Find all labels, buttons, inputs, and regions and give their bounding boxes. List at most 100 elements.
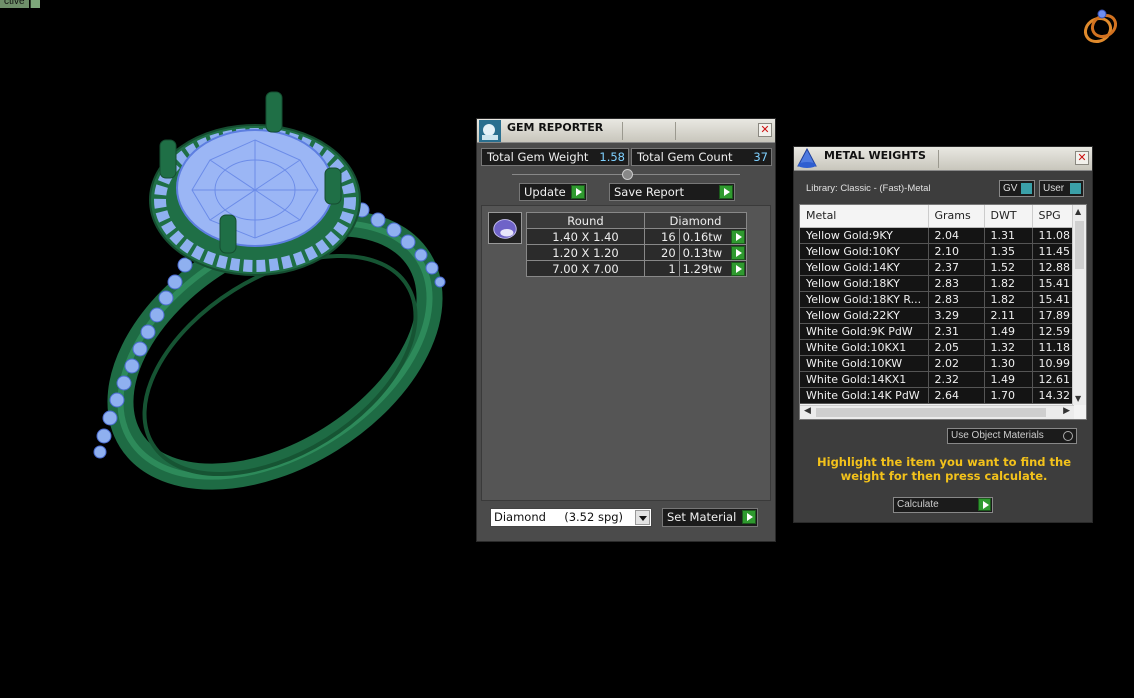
metal-row[interactable]: White Gold:10KW 2.02 1.30 10.99 <box>800 355 1077 372</box>
col-dwt-header[interactable]: DWT <box>984 205 1033 228</box>
metal-row[interactable]: White Gold:14K PdW 2.64 1.70 14.32 <box>800 387 1077 404</box>
metal-name-cell: White Gold:10KX1 <box>800 339 929 356</box>
scroll-up-icon[interactable]: ▲ <box>1075 207 1081 216</box>
metal-name-cell: Yellow Gold:18KY R... <box>800 291 929 308</box>
use-object-materials-toggle[interactable]: Use Object Materials <box>947 428 1077 444</box>
gem-weight: 0.16tw <box>682 229 723 244</box>
horizontal-scrollbar[interactable]: ◀ ▶ <box>800 405 1074 419</box>
round-gem-icon[interactable] <box>488 212 522 244</box>
metal-grams-cell: 2.64 <box>928 387 985 404</box>
calculate-arrow-icon <box>978 498 991 511</box>
gem-weight: 0.13tw <box>682 245 723 260</box>
metal-row[interactable]: Yellow Gold:14KY 2.37 1.52 12.88 <box>800 259 1077 276</box>
metal-spg-cell: 12.59 <box>1032 323 1077 340</box>
calculate-button-label: Calculate <box>897 499 939 510</box>
metal-grams-cell: 2.05 <box>928 339 985 356</box>
metal-name-cell: White Gold:9K PdW <box>800 323 929 340</box>
metal-table-container: Metal Grams DWT SPG Yellow Gold:9KY 2.04 1… <box>799 204 1087 420</box>
user-toggle-indicator <box>1070 183 1081 194</box>
metal-grams-cell: 2.10 <box>928 243 985 260</box>
metal-spg-cell: 17.89 <box>1032 307 1077 324</box>
metal-dwt-cell: 1.70 <box>984 387 1033 404</box>
gem-table: Round Diamond 1.40 X 1.40 16 0.16tw 1.20… <box>526 212 748 277</box>
metal-name-cell: Yellow Gold:22KY <box>800 307 929 324</box>
metal-name-cell: White Gold:10KW <box>800 355 929 372</box>
gem-material-select[interactable]: Diamond (3.52 spg) <box>490 508 652 527</box>
save-report-button[interactable]: Save Report <box>609 183 735 201</box>
update-button[interactable]: Update <box>519 183 587 201</box>
col-grams-header[interactable]: Grams <box>928 205 985 228</box>
gem-row[interactable]: 7.00 X 7.00 1 1.29tw <box>526 260 748 277</box>
gem-row[interactable]: 1.20 X 1.20 20 0.13tw <box>526 244 748 261</box>
metal-row[interactable]: White Gold:10KX1 2.05 1.32 11.18 <box>800 339 1077 356</box>
library-label: Library: Classic - (Fast)-Metal <box>806 183 931 194</box>
gem-row-select-icon[interactable] <box>731 262 745 276</box>
total-gem-count-value: 37 <box>753 150 768 164</box>
metal-grams-cell: 2.32 <box>928 371 985 388</box>
metal-dwt-cell: 1.82 <box>984 275 1033 292</box>
update-button-label: Update <box>524 185 566 199</box>
metal-name-cell: Yellow Gold:18KY <box>800 275 929 292</box>
viewport-mode-dropdown[interactable] <box>30 0 40 8</box>
gem-reporter-app-icon <box>479 120 501 142</box>
total-gem-weight-box: Total Gem Weight 1.58 <box>481 148 629 166</box>
gem-count: 20 <box>644 244 680 261</box>
radio-icon <box>1063 431 1073 441</box>
gem-size: 1.40 X 1.40 <box>526 228 645 245</box>
total-gem-weight-label: Total Gem Weight <box>487 150 589 164</box>
metal-dwt-cell: 1.49 <box>984 323 1033 340</box>
ring-3d-render[interactable] <box>80 80 460 510</box>
save-report-arrow-icon <box>719 185 733 199</box>
chevron-down-icon[interactable] <box>635 510 650 525</box>
vertical-scroll-thumb[interactable] <box>1075 221 1084 269</box>
gem-reporter-titlebar[interactable]: GEM REPORTER ✕ <box>477 119 775 143</box>
instruction-text: Highlight the item you want to find the … <box>817 455 1071 483</box>
metal-name-cell: White Gold:14KX1 <box>800 371 929 388</box>
gv-toggle[interactable]: GV <box>999 180 1035 197</box>
metal-name-cell: Yellow Gold:9KY <box>800 227 929 244</box>
gem-row-select-icon[interactable] <box>731 246 745 260</box>
metal-name-cell: Yellow Gold:14KY <box>800 259 929 276</box>
gem-weight: 1.29tw <box>682 261 723 276</box>
horizontal-scroll-thumb[interactable] <box>816 408 1046 417</box>
gem-reporter-close-icon[interactable]: ✕ <box>758 123 772 137</box>
gem-row[interactable]: 1.40 X 1.40 16 0.16tw <box>526 228 748 245</box>
metal-dwt-cell: 1.82 <box>984 291 1033 308</box>
vertical-scrollbar[interactable]: ▲ ▼ <box>1072 205 1086 405</box>
user-toggle[interactable]: User <box>1039 180 1084 197</box>
metal-spg-cell: 10.99 <box>1032 355 1077 372</box>
metal-row[interactable]: Yellow Gold:18KY R... 2.83 1.82 15.41 <box>800 291 1077 308</box>
gem-size: 1.20 X 1.20 <box>526 244 645 261</box>
metal-weights-close-icon[interactable]: ✕ <box>1075 151 1089 165</box>
metal-row[interactable]: Yellow Gold:18KY 2.83 1.82 15.41 <box>800 275 1077 292</box>
metal-row[interactable]: Yellow Gold:9KY 2.04 1.31 11.08 <box>800 227 1077 244</box>
col-metal-header[interactable]: Metal <box>800 205 929 228</box>
set-material-arrow-icon <box>742 510 756 524</box>
metal-row[interactable]: White Gold:14KX1 2.32 1.49 12.61 <box>800 371 1077 388</box>
scroll-right-icon[interactable]: ▶ <box>1063 406 1070 416</box>
scroll-left-icon[interactable]: ◀ <box>804 406 811 416</box>
gem-splitter-handle[interactable] <box>622 169 633 180</box>
calculate-button[interactable]: Calculate <box>893 497 993 513</box>
metal-grams-cell: 2.83 <box>928 275 985 292</box>
col-spg-header[interactable]: SPG <box>1032 205 1077 228</box>
metal-weights-title: METAL WEIGHTS <box>824 149 926 162</box>
gem-row-select-icon[interactable] <box>731 230 745 244</box>
save-report-button-label: Save Report <box>614 185 685 199</box>
metal-dwt-cell: 1.31 <box>984 227 1033 244</box>
metal-spg-cell: 12.88 <box>1032 259 1077 276</box>
metal-name-cell: Yellow Gold:10KY <box>800 243 929 260</box>
gem-list-area: Round Diamond 1.40 X 1.40 16 0.16tw 1.20… <box>481 205 771 501</box>
metal-row[interactable]: Yellow Gold:22KY 3.29 2.11 17.89 <box>800 307 1077 324</box>
user-toggle-label: User <box>1043 183 1065 194</box>
metal-row[interactable]: White Gold:9K PdW 2.31 1.49 12.59 <box>800 323 1077 340</box>
metal-row[interactable]: Yellow Gold:10KY 2.10 1.35 11.45 <box>800 243 1077 260</box>
scroll-down-icon[interactable]: ▼ <box>1075 394 1081 403</box>
rings-logo-icon[interactable] <box>1080 6 1122 48</box>
metal-spg-cell: 14.32 <box>1032 387 1077 404</box>
metal-spg-cell: 15.41 <box>1032 275 1077 292</box>
set-material-button[interactable]: Set Material <box>662 508 758 527</box>
update-arrow-icon <box>571 185 585 199</box>
metal-weights-titlebar[interactable]: METAL WEIGHTS ✕ <box>794 147 1092 171</box>
viewport-mode-tag[interactable]: ctive <box>0 0 29 8</box>
